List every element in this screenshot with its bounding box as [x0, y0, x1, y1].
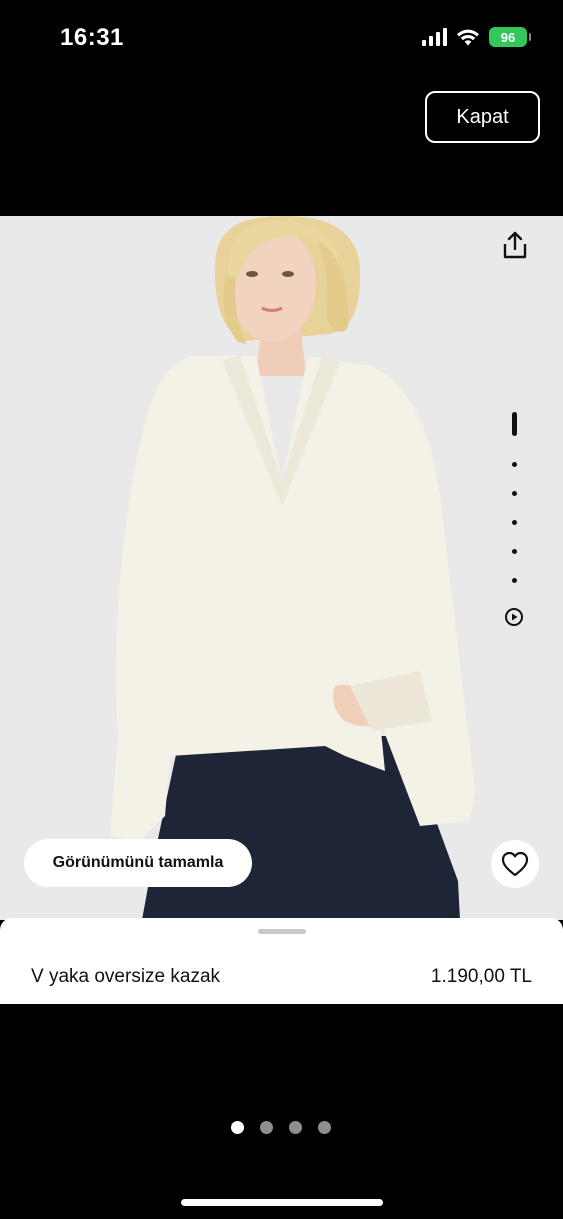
image-pager[interactable]	[504, 412, 524, 627]
play-video-icon[interactable]	[504, 607, 524, 627]
carousel-dot[interactable]	[318, 1121, 331, 1134]
home-indicator[interactable]	[181, 1199, 383, 1206]
product-info-sheet[interactable]: V yaka oversize kazak 1.190,00 TL	[0, 918, 563, 1004]
heart-icon	[501, 851, 529, 877]
carousel-dot-active[interactable]	[231, 1121, 244, 1134]
close-button[interactable]: Kapat	[425, 91, 540, 143]
image-pager-dot[interactable]	[511, 520, 517, 525]
sheet-handle[interactable]	[258, 929, 306, 934]
carousel-dot[interactable]	[260, 1121, 273, 1134]
status-time: 16:31	[60, 24, 124, 51]
share-icon	[503, 231, 527, 259]
favorite-button[interactable]	[491, 840, 539, 888]
model-photo	[0, 216, 563, 920]
battery-icon: 96	[489, 27, 531, 47]
image-pager-dot[interactable]	[511, 549, 517, 554]
status-icons: 96	[422, 27, 531, 47]
wifi-icon	[457, 29, 479, 46]
product-image[interactable]	[0, 216, 563, 920]
product-name: V yaka oversize kazak	[31, 966, 221, 987]
product-price: 1.190,00 TL	[430, 966, 532, 987]
image-pager-dot[interactable]	[511, 578, 517, 583]
image-pager-active[interactable]	[511, 412, 517, 436]
image-pager-dot[interactable]	[511, 462, 517, 467]
battery-level: 96	[500, 29, 516, 45]
image-pager-dot[interactable]	[511, 491, 517, 496]
signal-icon	[422, 28, 447, 46]
complete-look-button[interactable]: Görünümünü tamamla	[24, 839, 252, 887]
carousel-dot[interactable]	[289, 1121, 302, 1134]
carousel-pager[interactable]	[231, 1121, 331, 1134]
share-button[interactable]	[496, 226, 534, 264]
